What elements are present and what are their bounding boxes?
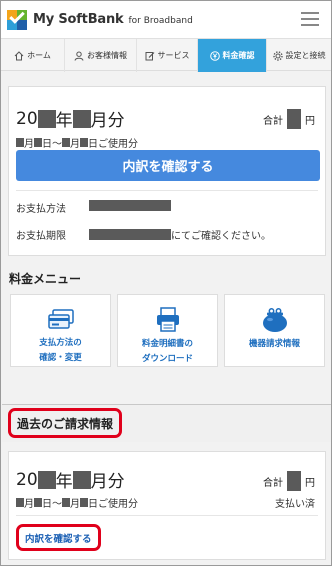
past-bill-month-title: 20 年 月分 [16, 469, 125, 493]
tab-settings-label: 設定と接続 [285, 51, 326, 60]
past-view-breakdown-link[interactable]: 内訳を確認する [16, 524, 101, 551]
masked-year [37, 109, 56, 128]
tab-customer-info-label: お客様情報 [87, 51, 127, 60]
app-header: My SoftBank for Broadband [1, 1, 331, 38]
masked-payment-method [89, 200, 171, 211]
home-icon [14, 50, 24, 61]
masked-amount [287, 109, 301, 129]
edit-icon [145, 51, 155, 61]
hamburger-menu-icon[interactable] [301, 12, 319, 26]
past-bills-title: 過去のご請求情報 [8, 408, 123, 438]
bill-total: 合計 円 [263, 109, 315, 129]
tab-home[interactable]: ホーム [1, 39, 65, 72]
gear-icon [272, 50, 283, 61]
masked-year [37, 470, 56, 489]
statement-download-menu-label: 料金明細書の ダウンロード [141, 339, 193, 364]
bill-month-title: 20 年 月分 [16, 108, 125, 132]
purse-icon [261, 307, 289, 333]
main-nav: ホーム お客様情報 サービス 料金確認 設定と接続 [1, 38, 331, 72]
person-icon [74, 51, 84, 61]
payment-deadline-label: お支払期限 [16, 231, 66, 242]
brand-name: My SoftBank [33, 12, 124, 27]
payment-method-menu-card[interactable]: 支払方法の 確認・変更 [10, 294, 111, 367]
printer-icon [155, 307, 181, 333]
tab-billing-label: 料金確認 [222, 51, 255, 60]
tab-services[interactable]: サービス [137, 39, 198, 72]
view-breakdown-button[interactable]: 内訳を確認する [16, 150, 320, 181]
current-bill-card: 20 年 月分 合計 円 月 日〜 月 日ご使用分 内訳を確認する お支払方法 … [8, 86, 326, 256]
tab-services-label: サービス [157, 51, 190, 60]
past-bills-header: 過去のご請求情報 [2, 404, 331, 442]
yen-icon [209, 50, 220, 61]
statement-download-menu-card[interactable]: 料金明細書の ダウンロード [117, 294, 218, 367]
tab-billing[interactable]: 料金確認 [198, 39, 267, 72]
device-billing-menu-label: 機器請求情報 [248, 339, 300, 349]
payment-deadline-value: にてご確認ください。 [89, 227, 271, 242]
payment-method-value [89, 200, 171, 211]
credit-card-icon [47, 307, 75, 332]
tab-home-label: ホーム [27, 51, 51, 60]
masked-deadline [89, 229, 171, 240]
masked-month [72, 470, 91, 489]
past-bill-total: 合計 円 [263, 471, 315, 491]
usage-period: 月 日〜 月 日ご使用分 [16, 135, 138, 150]
payment-status: 支払い済 [275, 499, 315, 510]
payment-method-label: お支払方法 [16, 204, 66, 215]
app-frame: My SoftBank for Broadband ホーム お客様情報 サービス [0, 0, 332, 566]
fee-menu-title: 料金メニュー [9, 272, 82, 286]
payment-method-menu-label: 支払方法の 確認・変更 [39, 338, 82, 363]
tab-customer-info[interactable]: お客様情報 [65, 39, 137, 72]
tab-settings[interactable]: 設定と接続 [267, 39, 331, 72]
masked-amount [287, 471, 301, 491]
device-billing-menu-card[interactable]: 機器請求情報 [224, 294, 325, 367]
divider [16, 515, 318, 516]
past-usage-period: 月 日〜 月 日ご使用分 [16, 495, 138, 510]
brand-subtitle: for Broadband [128, 15, 193, 26]
softbank-logo[interactable] [7, 7, 27, 30]
divider [16, 190, 318, 191]
past-bill-card: 20 年 月分 合計 円 月 日〜 月 日ご使用分 支払い済 内訳を確認する [8, 451, 326, 560]
masked-month [72, 109, 91, 128]
